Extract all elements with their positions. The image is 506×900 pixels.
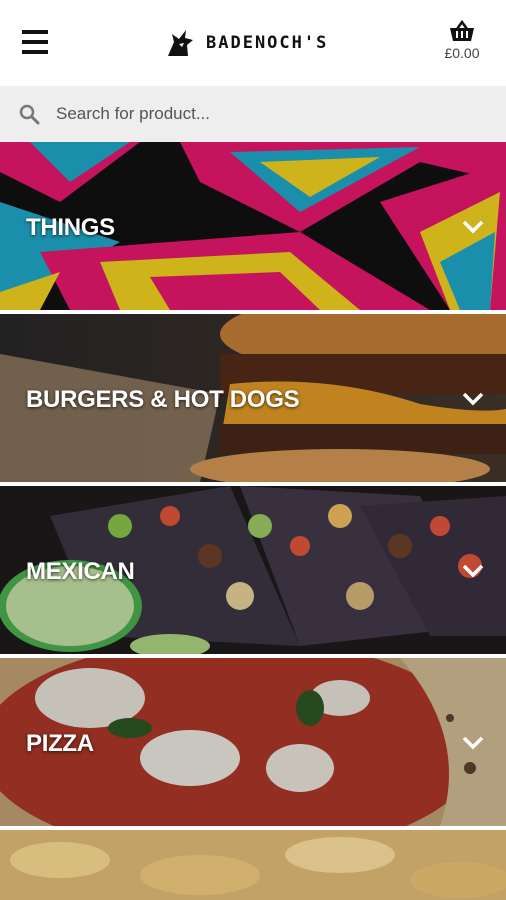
basket-button[interactable]: £0.00 bbox=[434, 20, 490, 61]
category-label: THINGS bbox=[26, 214, 115, 241]
brand-logo[interactable]: BADENOCH'S bbox=[166, 26, 328, 60]
category-pasta[interactable] bbox=[0, 830, 506, 900]
wolf-head-icon bbox=[168, 30, 193, 56]
category-burgers-hot-dogs[interactable]: BURGERS & HOT DOGS bbox=[0, 314, 506, 482]
category-pizza[interactable]: PIZZA bbox=[0, 658, 506, 826]
category-image-pasta bbox=[0, 830, 506, 900]
chevron-down-icon[interactable] bbox=[462, 392, 484, 406]
search-bar bbox=[0, 86, 506, 142]
basket-icon bbox=[450, 20, 474, 41]
category-label: MEXICAN bbox=[26, 558, 135, 585]
chevron-down-icon[interactable] bbox=[462, 736, 484, 750]
search-input[interactable] bbox=[54, 103, 478, 125]
basket-total: £0.00 bbox=[444, 45, 480, 61]
menu-icon[interactable] bbox=[22, 30, 48, 54]
chevron-down-icon[interactable] bbox=[462, 564, 484, 578]
category-things[interactable]: THINGS bbox=[0, 142, 506, 310]
search-icon bbox=[19, 104, 40, 125]
category-mexican[interactable]: MEXICAN bbox=[0, 486, 506, 654]
chevron-down-icon[interactable] bbox=[462, 220, 484, 234]
brand-name: BADENOCH'S bbox=[206, 33, 329, 53]
top-bar: BADENOCH'S £0.00 bbox=[0, 0, 506, 86]
category-label: BURGERS & HOT DOGS bbox=[26, 386, 300, 413]
category-label: PIZZA bbox=[26, 730, 94, 757]
